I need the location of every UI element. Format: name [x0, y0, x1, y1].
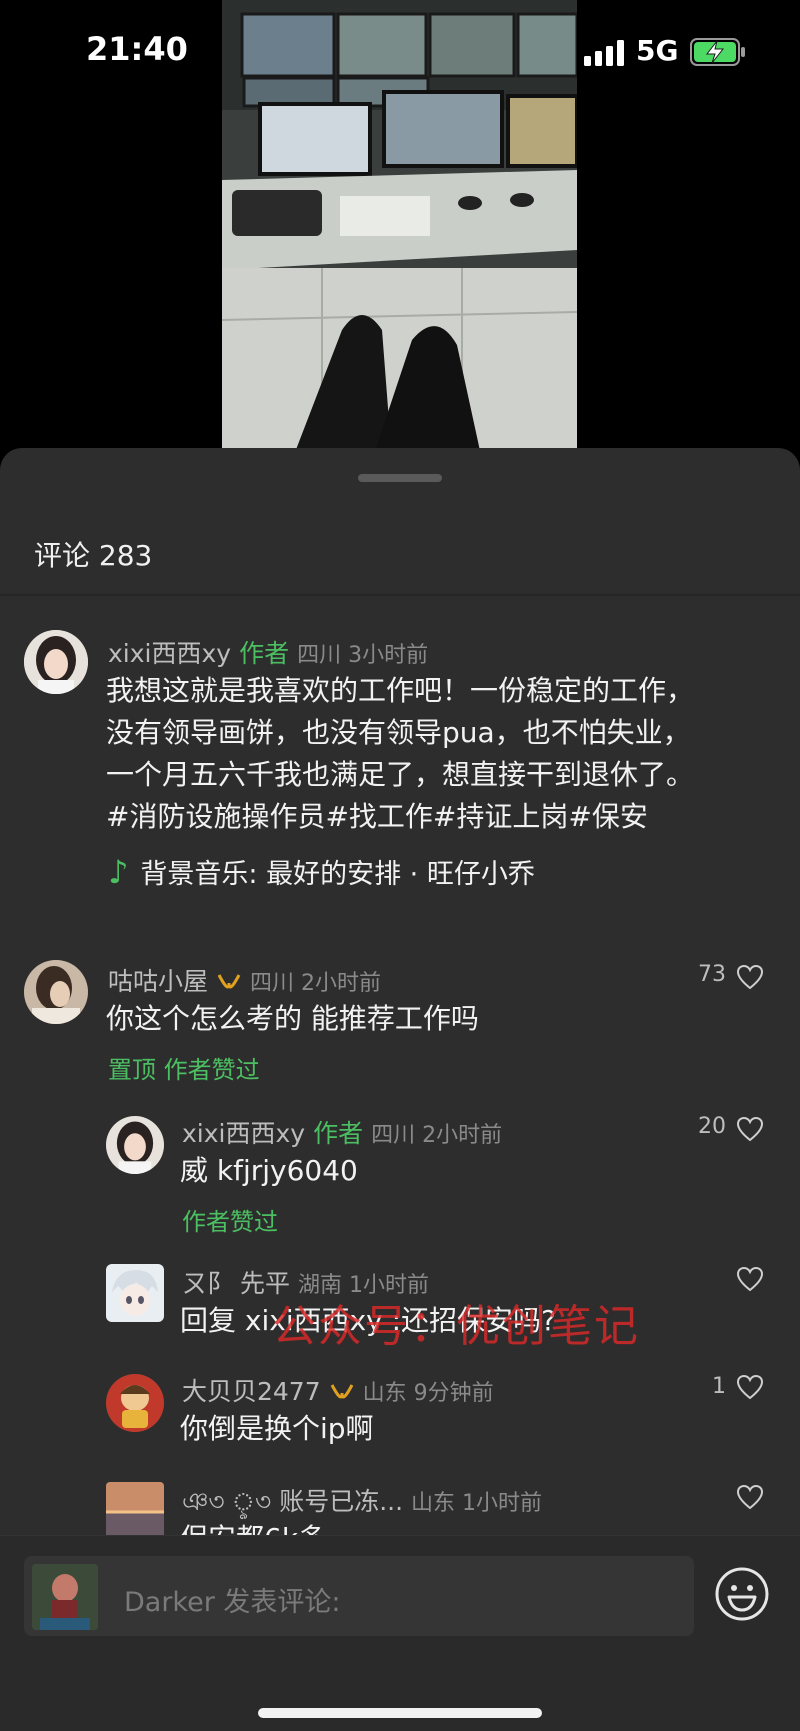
author-avatar[interactable]	[24, 630, 88, 694]
comment-input-placeholder: Darker 发表评论:	[124, 1587, 341, 1618]
post-author-name[interactable]: xixi西西xy	[108, 639, 231, 668]
caption-line: 一个月五六千我也满足了，想直接干到退休了。	[106, 758, 695, 791]
fan-badge-icon	[330, 1384, 353, 1399]
music-note-icon: ♪	[108, 853, 129, 891]
comment-text: 威 kfjrjy6040	[180, 1154, 358, 1187]
comments-count-title: 评论 283	[34, 539, 153, 572]
author-tag: 作者	[239, 639, 290, 668]
name-decoration: ঞ৩ ৢ৩	[182, 1487, 272, 1516]
status-time: 21:40	[86, 30, 188, 68]
avatar[interactable]	[106, 1116, 164, 1174]
like-count: 1	[712, 1374, 726, 1399]
avatar[interactable]	[106, 1374, 164, 1432]
drag-handle[interactable]	[358, 474, 442, 482]
post-author-line: xixi西西xy 作者 四川 3小时前	[108, 634, 428, 670]
comment-badges: 置顶 作者赞过	[108, 1056, 260, 1084]
avatar[interactable]	[106, 1482, 164, 1540]
like-count: 20	[698, 1114, 726, 1139]
like-count: 73	[698, 962, 726, 987]
comment-author-line: 大贝贝2477 山东 9分钟前	[182, 1372, 494, 1408]
comment-meta: 四川 2小时前	[250, 971, 382, 996]
watermark-text: 公众号：优创笔记	[272, 1301, 640, 1352]
avatar[interactable]	[24, 960, 88, 1024]
heart-icon[interactable]	[736, 1484, 764, 1510]
comment-author-name[interactable]: 账号已冻...	[279, 1487, 403, 1516]
emoji-icon[interactable]	[714, 1566, 770, 1622]
fan-badge-icon	[217, 974, 241, 989]
comment-meta: 山东 1小时前	[411, 1491, 543, 1516]
heart-icon[interactable]	[736, 1116, 764, 1142]
post-caption: 我想这就是我喜欢的工作吧！一份稳定的工作， 没有领导画饼，也没有领导pua，也不…	[106, 670, 694, 838]
author-tag: 作者	[313, 1119, 364, 1148]
comment-author-name[interactable]: xixi西西xy	[182, 1119, 305, 1148]
comment-input-bar: Darker 发表评论:	[0, 1535, 800, 1731]
comment-text: 你这个怎么考的 能推荐工作吗	[106, 1002, 479, 1035]
caption-line: 我想这就是我喜欢的工作吧！一份稳定的工作，	[106, 674, 695, 707]
post-meta: 四川 3小时前	[297, 643, 429, 668]
comment-author-name[interactable]: 大贝贝2477	[182, 1377, 321, 1406]
music-label: 背景音乐: 最好的安排 · 旺仔小乔	[140, 859, 535, 890]
user-avatar	[32, 1564, 98, 1630]
comment-text: 你倒是换个ip啊	[180, 1412, 374, 1445]
network-type: 5G	[636, 34, 679, 67]
heart-icon[interactable]	[736, 1266, 764, 1292]
comment-author-name[interactable]: 咕咕小屋	[108, 967, 208, 996]
home-indicator[interactable]	[258, 1708, 542, 1718]
comment-meta: 四川 2小时前	[371, 1123, 503, 1148]
comment-author-line: 咕咕小屋 四川 2小时前	[108, 962, 381, 998]
comment-badges: 作者赞过	[182, 1208, 278, 1236]
comment-meta: 山东 9分钟前	[362, 1381, 494, 1406]
avatar[interactable]	[106, 1264, 164, 1322]
background-music[interactable]: ♪ 背景音乐: 最好的安排 · 旺仔小乔	[108, 852, 535, 891]
comment-input[interactable]: Darker 发表评论:	[24, 1556, 694, 1636]
comment-author-line: xixi西西xy 作者 四川 2小时前	[182, 1114, 502, 1150]
heart-icon[interactable]	[736, 1374, 764, 1400]
caption-hashtags[interactable]: #消防设施操作员#找工作#持证上岗#保安	[106, 796, 694, 838]
caption-line: 没有领导画饼，也没有领导pua，也不怕失业，	[106, 716, 691, 749]
status-bar: 21:40 5G	[0, 0, 800, 100]
cellular-signal-icon	[584, 40, 624, 66]
divider	[0, 594, 800, 596]
heart-icon[interactable]	[736, 964, 764, 990]
battery-charging-icon	[690, 38, 745, 66]
